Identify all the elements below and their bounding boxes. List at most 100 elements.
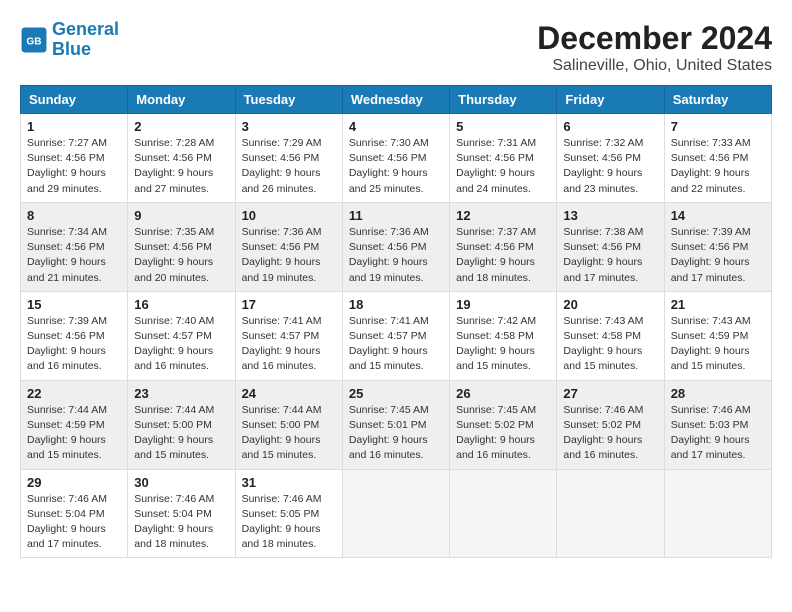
day-number: 26 [456, 386, 550, 401]
calendar-cell: 2 Sunrise: 7:28 AM Sunset: 4:56 PM Daylig… [128, 114, 235, 203]
calendar-cell: 29 Sunrise: 7:46 AM Sunset: 5:04 PM Dayli… [21, 469, 128, 558]
day-number: 14 [671, 208, 765, 223]
cell-sun-info: Sunrise: 7:46 AM Sunset: 5:04 PM Dayligh… [134, 492, 228, 553]
calendar-cell: 25Sunrise: 7:45 AM Sunset: 5:01 PM Dayli… [342, 380, 449, 469]
header-thursday: Thursday [450, 86, 557, 114]
cell-sun-info: Sunrise: 7:45 AM Sunset: 5:01 PM Dayligh… [349, 403, 443, 464]
calendar-cell: 12Sunrise: 7:37 AM Sunset: 4:56 PM Dayli… [450, 202, 557, 291]
calendar-week-row: 8 Sunrise: 7:34 AM Sunset: 4:56 PM Daylig… [21, 202, 772, 291]
calendar-cell: 20 Sunrise: 7:43 AM Sunset: 4:58 PM Dayli… [557, 291, 664, 380]
calendar-week-row: 15 Sunrise: 7:39 AM Sunset: 4:56 PM Dayli… [21, 291, 772, 380]
cell-sun-info: Sunrise: 7:28 AM Sunset: 4:56 PM Dayligh… [134, 136, 228, 197]
calendar-cell: 22 Sunrise: 7:44 AM Sunset: 4:59 PM Dayli… [21, 380, 128, 469]
calendar-cell: 23Sunrise: 7:44 AM Sunset: 5:00 PM Dayli… [128, 380, 235, 469]
header-tuesday: Tuesday [235, 86, 342, 114]
page-header: GB General Blue December 2024 Salinevill… [20, 20, 772, 75]
day-number: 10 [242, 208, 336, 223]
day-number: 31 [242, 475, 336, 490]
cell-sun-info: Sunrise: 7:42 AM Sunset: 4:58 PM Dayligh… [456, 314, 550, 375]
cell-sun-info: Sunrise: 7:41 AM Sunset: 4:57 PM Dayligh… [242, 314, 336, 375]
calendar-table: SundayMondayTuesdayWednesdayThursdayFrid… [20, 85, 772, 558]
calendar-subtitle: Salineville, Ohio, United States [537, 57, 772, 75]
cell-sun-info: Sunrise: 7:46 AM Sunset: 5:03 PM Dayligh… [671, 403, 765, 464]
cell-sun-info: Sunrise: 7:44 AM Sunset: 5:00 PM Dayligh… [242, 403, 336, 464]
calendar-cell: 8 Sunrise: 7:34 AM Sunset: 4:56 PM Daylig… [21, 202, 128, 291]
calendar-cell [342, 469, 449, 558]
calendar-cell: 3Sunrise: 7:29 AM Sunset: 4:56 PM Daylig… [235, 114, 342, 203]
calendar-cell: 31 Sunrise: 7:46 AM Sunset: 5:05 PM Dayli… [235, 469, 342, 558]
calendar-cell: 26 Sunrise: 7:45 AM Sunset: 5:02 PM Dayli… [450, 380, 557, 469]
svg-text:GB: GB [26, 36, 41, 47]
day-number: 13 [563, 208, 657, 223]
calendar-cell: 4 Sunrise: 7:30 AM Sunset: 4:56 PM Daylig… [342, 114, 449, 203]
cell-sun-info: Sunrise: 7:27 AM Sunset: 4:56 PM Dayligh… [27, 136, 121, 197]
calendar-cell: 30 Sunrise: 7:46 AM Sunset: 5:04 PM Dayli… [128, 469, 235, 558]
day-number: 17 [242, 297, 336, 312]
header-friday: Friday [557, 86, 664, 114]
day-number: 5 [456, 119, 550, 134]
header-monday: Monday [128, 86, 235, 114]
cell-sun-info: Sunrise: 7:31 AM Sunset: 4:56 PM Dayligh… [456, 136, 550, 197]
cell-sun-info: Sunrise: 7:35 AM Sunset: 4:56 PM Dayligh… [134, 225, 228, 286]
cell-sun-info: Sunrise: 7:39 AM Sunset: 4:56 PM Dayligh… [27, 314, 121, 375]
cell-sun-info: Sunrise: 7:37 AM Sunset: 4:56 PM Dayligh… [456, 225, 550, 286]
day-number: 27 [563, 386, 657, 401]
calendar-cell: 27 Sunrise: 7:46 AM Sunset: 5:02 PM Dayli… [557, 380, 664, 469]
calendar-cell: 9 Sunrise: 7:35 AM Sunset: 4:56 PM Daylig… [128, 202, 235, 291]
day-number: 21 [671, 297, 765, 312]
calendar-cell: 15 Sunrise: 7:39 AM Sunset: 4:56 PM Dayli… [21, 291, 128, 380]
cell-sun-info: Sunrise: 7:43 AM Sunset: 4:59 PM Dayligh… [671, 314, 765, 375]
calendar-header-row: SundayMondayTuesdayWednesdayThursdayFrid… [21, 86, 772, 114]
day-number: 9 [134, 208, 228, 223]
calendar-cell: 7 Sunrise: 7:33 AM Sunset: 4:56 PM Daylig… [664, 114, 771, 203]
cell-sun-info: Sunrise: 7:44 AM Sunset: 4:59 PM Dayligh… [27, 403, 121, 464]
calendar-week-row: 29 Sunrise: 7:46 AM Sunset: 5:04 PM Dayli… [21, 469, 772, 558]
day-number: 22 [27, 386, 121, 401]
cell-sun-info: Sunrise: 7:30 AM Sunset: 4:56 PM Dayligh… [349, 136, 443, 197]
cell-sun-info: Sunrise: 7:29 AM Sunset: 4:56 PM Dayligh… [242, 136, 336, 197]
day-number: 29 [27, 475, 121, 490]
cell-sun-info: Sunrise: 7:45 AM Sunset: 5:02 PM Dayligh… [456, 403, 550, 464]
cell-sun-info: Sunrise: 7:46 AM Sunset: 5:05 PM Dayligh… [242, 492, 336, 553]
title-area: December 2024 Salineville, Ohio, United … [537, 20, 772, 75]
calendar-title: December 2024 [537, 20, 772, 57]
calendar-cell: 28 Sunrise: 7:46 AM Sunset: 5:03 PM Dayli… [664, 380, 771, 469]
day-number: 6 [563, 119, 657, 134]
cell-sun-info: Sunrise: 7:39 AM Sunset: 4:56 PM Dayligh… [671, 225, 765, 286]
day-number: 28 [671, 386, 765, 401]
calendar-cell: 13Sunrise: 7:38 AM Sunset: 4:56 PM Dayli… [557, 202, 664, 291]
cell-sun-info: Sunrise: 7:34 AM Sunset: 4:56 PM Dayligh… [27, 225, 121, 286]
day-number: 30 [134, 475, 228, 490]
cell-sun-info: Sunrise: 7:33 AM Sunset: 4:56 PM Dayligh… [671, 136, 765, 197]
logo-text: General Blue [52, 20, 119, 60]
day-number: 7 [671, 119, 765, 134]
day-number: 18 [349, 297, 443, 312]
day-number: 16 [134, 297, 228, 312]
calendar-week-row: 1Sunrise: 7:27 AM Sunset: 4:56 PM Daylig… [21, 114, 772, 203]
calendar-cell: 11 Sunrise: 7:36 AM Sunset: 4:56 PM Dayli… [342, 202, 449, 291]
calendar-cell [450, 469, 557, 558]
header-sunday: Sunday [21, 86, 128, 114]
day-number: 4 [349, 119, 443, 134]
calendar-cell: 18 Sunrise: 7:41 AM Sunset: 4:57 PM Dayli… [342, 291, 449, 380]
cell-sun-info: Sunrise: 7:36 AM Sunset: 4:56 PM Dayligh… [242, 225, 336, 286]
day-number: 8 [27, 208, 121, 223]
cell-sun-info: Sunrise: 7:46 AM Sunset: 5:04 PM Dayligh… [27, 492, 121, 553]
cell-sun-info: Sunrise: 7:44 AM Sunset: 5:00 PM Dayligh… [134, 403, 228, 464]
day-number: 11 [349, 208, 443, 223]
calendar-cell: 19 Sunrise: 7:42 AM Sunset: 4:58 PM Dayli… [450, 291, 557, 380]
day-number: 24 [242, 386, 336, 401]
logo: GB General Blue [20, 20, 119, 60]
cell-sun-info: Sunrise: 7:43 AM Sunset: 4:58 PM Dayligh… [563, 314, 657, 375]
calendar-cell: 16Sunrise: 7:40 AM Sunset: 4:57 PM Dayli… [128, 291, 235, 380]
day-number: 15 [27, 297, 121, 312]
day-number: 2 [134, 119, 228, 134]
day-number: 20 [563, 297, 657, 312]
cell-sun-info: Sunrise: 7:36 AM Sunset: 4:56 PM Dayligh… [349, 225, 443, 286]
day-number: 19 [456, 297, 550, 312]
cell-sun-info: Sunrise: 7:46 AM Sunset: 5:02 PM Dayligh… [563, 403, 657, 464]
calendar-cell: 24 Sunrise: 7:44 AM Sunset: 5:00 PM Dayli… [235, 380, 342, 469]
cell-sun-info: Sunrise: 7:41 AM Sunset: 4:57 PM Dayligh… [349, 314, 443, 375]
logo-icon: GB [20, 26, 48, 54]
cell-sun-info: Sunrise: 7:32 AM Sunset: 4:56 PM Dayligh… [563, 136, 657, 197]
